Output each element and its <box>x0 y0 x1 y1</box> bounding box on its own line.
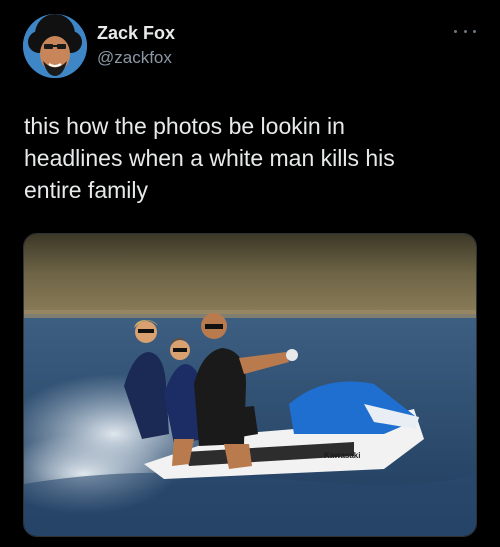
tweet-media-photo[interactable]: Kawasaki <box>23 233 477 537</box>
ellipsis-icon <box>463 29 467 33</box>
ellipsis-icon <box>454 29 457 33</box>
tweet-text-line: entire family <box>24 177 148 203</box>
media-brand-text: Kawasaki <box>324 451 360 460</box>
tweet-text: this how the photos be lookin in headlin… <box>24 110 474 206</box>
author-display-name[interactable]: Zack Fox <box>97 23 175 44</box>
tweet-text-line: headlines when a white man kills his <box>24 145 395 171</box>
tweet: Zack Fox @zackfox this how the photos be… <box>0 0 500 547</box>
avatar-illustration-icon <box>23 14 87 78</box>
jet-ski-photo: Kawasaki <box>24 234 476 536</box>
more-options-button[interactable] <box>454 24 476 38</box>
tweet-text-line: this how the photos be lookin in <box>24 113 345 139</box>
ellipsis-icon <box>473 29 476 33</box>
author-avatar[interactable] <box>23 14 87 78</box>
author-handle[interactable]: @zackfox <box>97 48 172 68</box>
